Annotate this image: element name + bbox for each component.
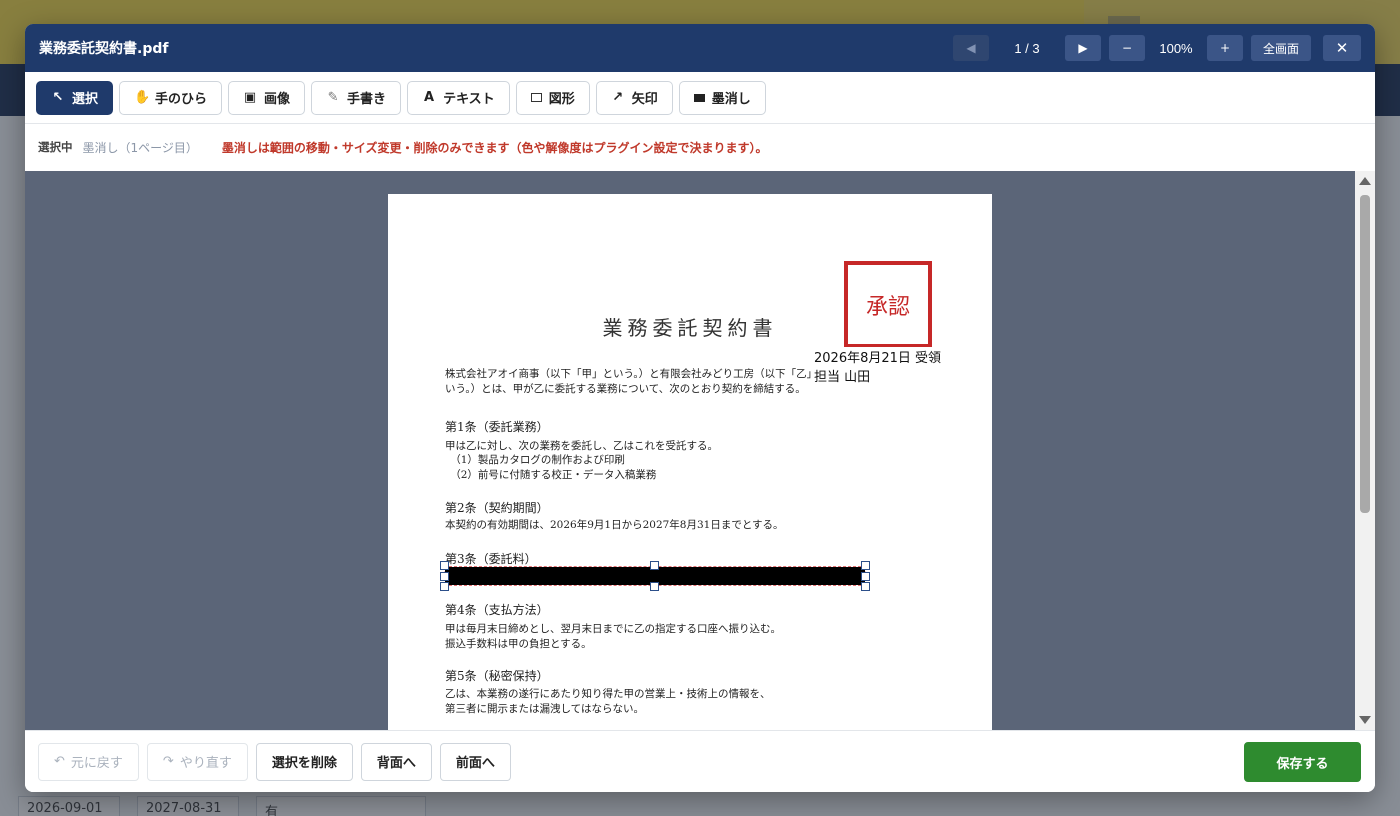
- article-heading: 第2条（契約期間）: [445, 501, 549, 515]
- pdf-canvas[interactable]: 業務委託契約書 株式会社アオイ商事（以下「甲」という。）と有限会社みどり工房（以…: [25, 171, 1375, 730]
- zoom-out-button[interactable]: −: [1108, 35, 1145, 61]
- stamp-date-text[interactable]: 2026年8月21日 受領: [814, 347, 942, 366]
- scroll-down-arrow[interactable]: [1359, 716, 1371, 724]
- tool-label: 矢印: [631, 92, 658, 107]
- article-text: 甲は毎月末日締めとし、翌月末日までに乙の指定する口座へ振り込む。: [445, 623, 781, 635]
- article-text: 振込手数料は甲の負担とする。: [445, 638, 592, 650]
- stamp-person-text[interactable]: 担当 山田: [814, 366, 871, 385]
- tool-palette: ↖ 選択 ✋ 手のひら ▣ 画像 ✎ 手書き A テキスト 図形 ↗ 矢印 墨消…: [25, 72, 1375, 124]
- article-text: 本契約の有効期間は、2026年9月1日から2027年8月31日までとする。: [445, 519, 784, 531]
- tool-redact[interactable]: 墨消し: [678, 80, 766, 115]
- resize-handle[interactable]: [440, 582, 449, 591]
- prev-page-button[interactable]: ◀: [952, 35, 989, 61]
- image-icon: ▣: [243, 90, 257, 105]
- resize-handle[interactable]: [440, 572, 449, 581]
- tool-arrow[interactable]: ↗ 矢印: [595, 80, 673, 115]
- status-label: 選択中: [38, 140, 73, 154]
- file-title: 業務委託契約書.pdf: [39, 41, 169, 57]
- tool-hand[interactable]: ✋ 手のひら: [119, 80, 223, 115]
- save-button[interactable]: 保存する: [1244, 742, 1361, 782]
- article-heading: 第3条（委託料）: [445, 552, 537, 566]
- send-to-back-button[interactable]: 背面へ: [360, 742, 432, 781]
- arrow-icon: ↗: [612, 90, 624, 105]
- undo-icon: ↶: [54, 754, 65, 769]
- close-button[interactable]: ✕: [1323, 35, 1361, 61]
- selection-status: 選択中 墨消し（1ページ目） 墨消しは範囲の移動・サイズ変更・削除のみできます（…: [25, 124, 1375, 170]
- redo-icon: ↷: [162, 754, 174, 769]
- selection-info: 墨消し（1ページ目）: [82, 140, 198, 155]
- status-message: 墨消しは範囲の移動・サイズ変更・削除のみできます（色や解像度はプラグイン設定で決…: [221, 140, 768, 155]
- resize-handle[interactable]: [861, 561, 870, 570]
- plus-icon: +: [1219, 41, 1231, 55]
- tool-label: 手書き: [347, 92, 387, 107]
- article-text: 第三者に開示または漏洩してはならない。: [445, 703, 644, 715]
- article-text: （2）前号に付随する校正・データ入稿業務: [445, 469, 657, 481]
- chevron-left-icon: ◀: [966, 41, 976, 55]
- resize-handle[interactable]: [650, 561, 659, 570]
- scroll-thumb[interactable]: [1360, 195, 1370, 513]
- resize-handle[interactable]: [650, 582, 659, 591]
- modal-footer: ↶ 元に戻す ↷ やり直す 選択を削除 背面へ 前面へ 保存する: [25, 730, 1375, 792]
- page-indicator: 1 / 3: [1014, 40, 1040, 56]
- pencil-icon: ✎: [327, 90, 339, 105]
- article-text: 乙は、本業務の遂行にあたり知り得た甲の営業上・技術上の情報を、: [445, 688, 771, 700]
- stamp-label: 承認: [865, 294, 910, 320]
- resize-handle[interactable]: [861, 572, 870, 581]
- article-heading: 第1条（委託業務）: [445, 420, 549, 434]
- hand-icon: ✋: [134, 90, 151, 105]
- doc-intro-line: 株式会社アオイ商事（以下「甲」という。）と有限会社みどり工房（以下「乙」と: [445, 368, 828, 380]
- titlebar-controls: ◀ 1 / 3 ▶ − 100% + 全画面 ✕: [952, 35, 1361, 61]
- text-icon: A: [424, 90, 435, 105]
- tool-label: テキスト: [443, 92, 495, 107]
- tool-shape[interactable]: 図形: [515, 80, 590, 115]
- bring-to-front-button[interactable]: 前面へ: [439, 742, 511, 781]
- tool-label: 手のひら: [155, 92, 208, 107]
- pdf-editor-modal: 業務委託契約書.pdf ◀ 1 / 3 ▶ − 100% + 全画面 ✕ ↖ 選…: [25, 24, 1375, 792]
- redact-icon: [693, 93, 705, 102]
- redo-label: やり直す: [179, 756, 232, 771]
- zoom-level: 100%: [1159, 40, 1193, 56]
- next-page-button[interactable]: ▶: [1064, 35, 1101, 61]
- chevron-right-icon: ▶: [1078, 41, 1088, 55]
- approval-stamp[interactable]: 承認: [844, 261, 932, 348]
- tool-image[interactable]: ▣ 画像: [228, 80, 306, 115]
- resize-handle[interactable]: [861, 582, 870, 591]
- fullscreen-button[interactable]: 全画面: [1250, 35, 1311, 61]
- tool-label: 墨消し: [711, 92, 751, 107]
- resize-handle[interactable]: [440, 561, 449, 570]
- close-icon: ✕: [1335, 39, 1349, 57]
- undo-button[interactable]: ↶ 元に戻す: [38, 742, 139, 781]
- pdf-page[interactable]: 業務委託契約書 株式会社アオイ商事（以下「甲」という。）と有限会社みどり工房（以…: [388, 194, 992, 730]
- vertical-scrollbar[interactable]: [1355, 171, 1375, 730]
- zoom-in-button[interactable]: +: [1206, 35, 1243, 61]
- tool-label: 図形: [548, 92, 575, 107]
- tool-select[interactable]: ↖ 選択: [36, 80, 114, 115]
- minus-icon: −: [1121, 41, 1133, 55]
- cursor-icon: ↖: [52, 90, 64, 105]
- delete-selection-button[interactable]: 選択を削除: [255, 742, 353, 781]
- doc-intro-line: いう。）とは、甲が乙に委託する業務について、次のとおり契約を締結する。: [445, 383, 806, 395]
- tool-text[interactable]: A テキスト: [407, 80, 510, 115]
- square-icon: [530, 93, 542, 102]
- modal-titlebar: 業務委託契約書.pdf ◀ 1 / 3 ▶ − 100% + 全画面 ✕: [25, 24, 1375, 72]
- undo-label: 元に戻す: [70, 756, 123, 771]
- tool-handwriting[interactable]: ✎ 手書き: [311, 80, 402, 115]
- scroll-up-arrow[interactable]: [1359, 177, 1371, 185]
- tool-label: 選択: [72, 92, 99, 107]
- redo-button[interactable]: ↷ やり直す: [146, 742, 248, 781]
- article-heading: 第4条（支払方法）: [445, 603, 549, 617]
- article-text: 甲は乙に対し、次の業務を委託し、乙はこれを受託する。: [445, 440, 718, 452]
- tool-label: 画像: [264, 92, 291, 107]
- article-heading: 第5条（秘密保持）: [445, 669, 549, 683]
- article-text: （1）製品カタログの制作および印刷: [445, 454, 625, 466]
